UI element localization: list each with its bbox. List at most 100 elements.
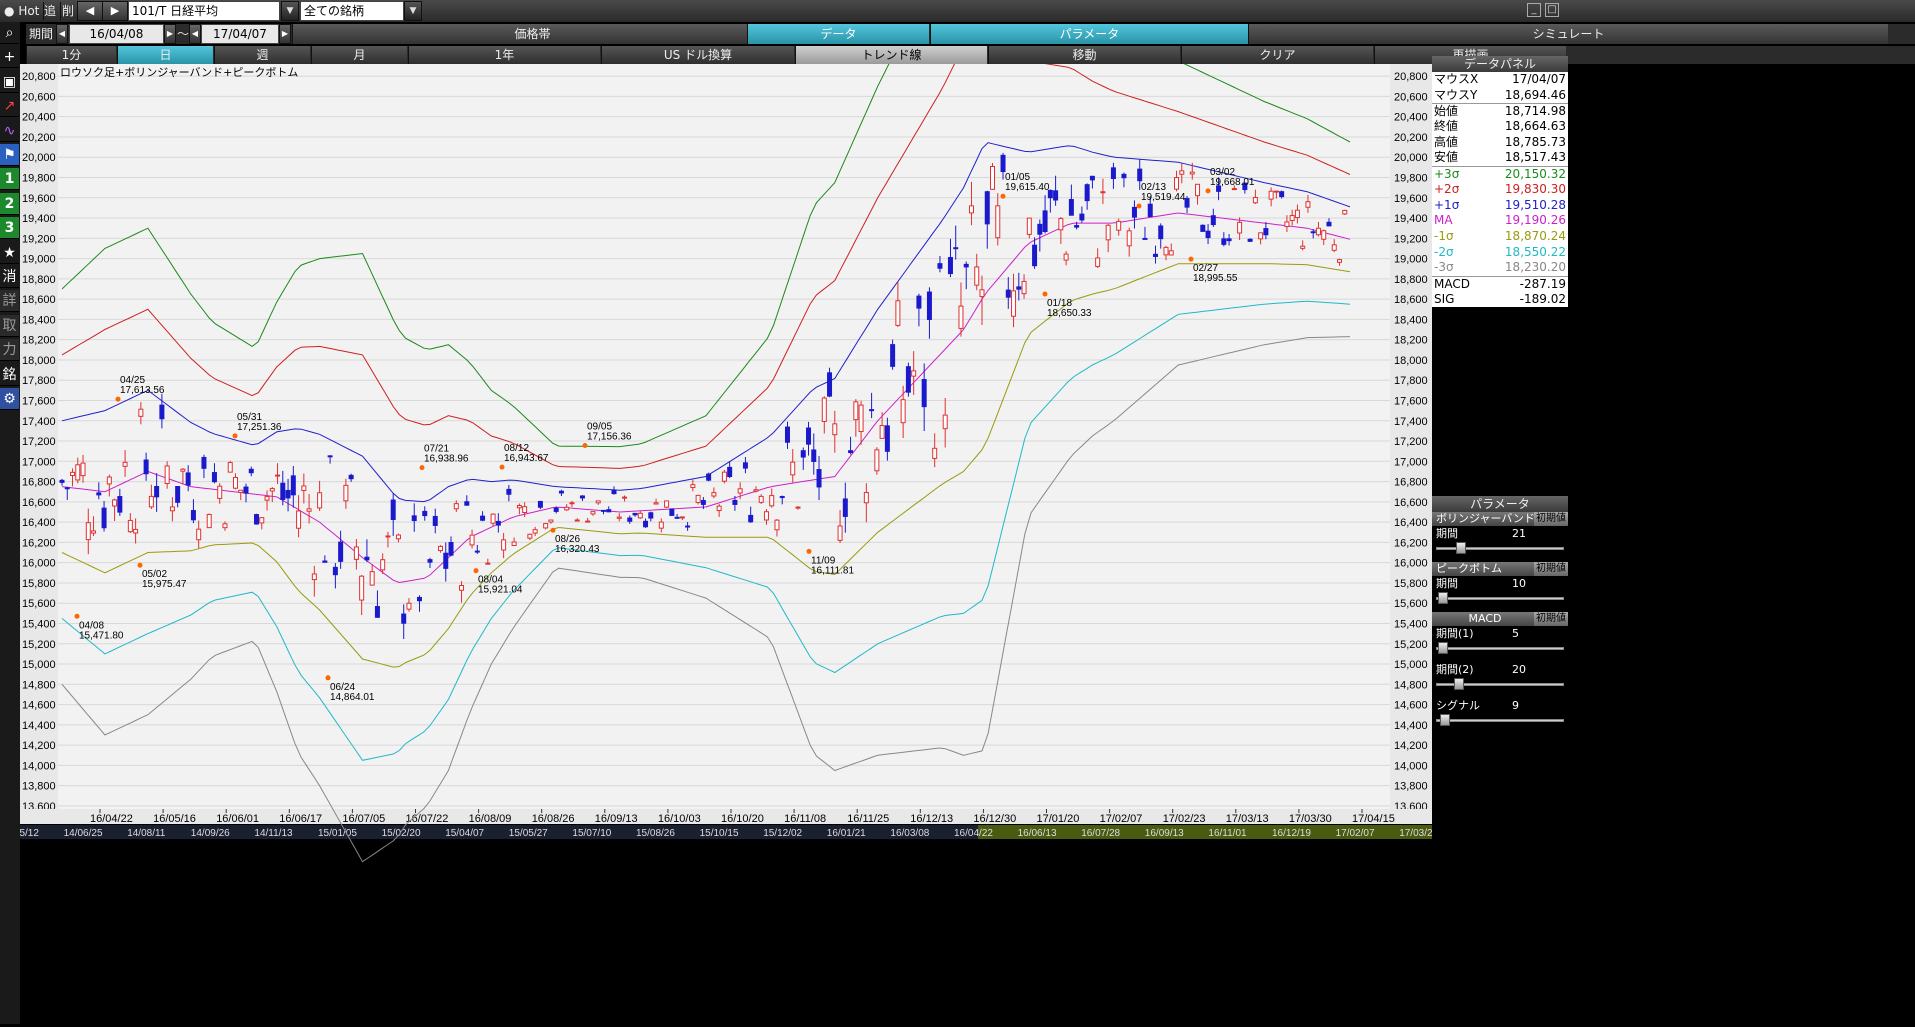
tool-button-11[interactable]: 詳: [0, 290, 19, 313]
line-chart-icon[interactable]: ↗: [0, 95, 19, 118]
trendline-button[interactable]: トレンド線: [795, 46, 987, 64]
tab-price-band[interactable]: 価格帯: [292, 24, 772, 44]
flag-icon[interactable]: ⚑: [0, 144, 19, 166]
candlestick-chart[interactable]: 20,800 20,800 20,600 20,600 20,400 20,400 20,2…: [0, 0, 1439, 1024]
interval-day[interactable]: 日: [117, 46, 213, 64]
pb-reset-button[interactable]: 初期値: [1534, 562, 1568, 576]
candle: [1315, 227, 1321, 236]
tab-data[interactable]: データ: [747, 24, 929, 44]
compare-chart-icon[interactable]: ∿: [0, 120, 19, 142]
candle: [201, 456, 207, 469]
gear-icon[interactable]: ⚙: [0, 388, 19, 410]
candle: [742, 462, 748, 469]
period-prev-icon[interactable]: ◀: [56, 24, 68, 44]
interval-tabs-row: 1分 日 週 月 1年 US ドル換算 トレンド線 移動 クリア 再描画: [26, 46, 1915, 64]
symbol-field[interactable]: 101/T 日経平均: [128, 1, 280, 21]
tool-button-14[interactable]: 銘: [0, 364, 19, 386]
tab-parameters[interactable]: パラメータ: [930, 24, 1248, 44]
interval-year[interactable]: 1年: [408, 46, 600, 64]
tool-button-13[interactable]: 力: [0, 339, 19, 362]
group-dropdown-icon[interactable]: ▼: [404, 1, 422, 21]
x-tick-label: 16/06/17: [279, 813, 322, 825]
y-tick-label: 19,400: [1394, 213, 1428, 225]
macd-p1-slider[interactable]: [1432, 642, 1568, 654]
date-to-next-icon[interactable]: ▶: [279, 24, 291, 44]
candle: [1268, 190, 1274, 200]
candle: [585, 520, 591, 523]
search-icon[interactable]: ⌕: [0, 22, 19, 44]
macd-p2-slider[interactable]: [1432, 678, 1568, 690]
camera-icon[interactable]: ▣: [0, 71, 19, 93]
candle: [1068, 199, 1074, 216]
macd-signal-slider[interactable]: [1432, 714, 1568, 726]
date-to-field[interactable]: 17/04/07: [201, 24, 279, 44]
hot-button[interactable]: ● Hot: [0, 2, 45, 20]
candle: [1294, 209, 1300, 219]
candle: [474, 550, 480, 553]
data-row-key: SIG: [1434, 291, 1455, 306]
usd-convert-button[interactable]: US ドル換算: [601, 46, 794, 64]
navigator-date: 16/03/08: [890, 828, 929, 839]
date-from-next-icon[interactable]: ▶: [164, 24, 176, 44]
prev-arrow-icon[interactable]: ◀: [77, 1, 103, 21]
star-icon[interactable]: ★: [0, 242, 19, 264]
y-tick-label: 18,000: [22, 355, 56, 367]
y-tick-label: 17,200: [1394, 436, 1428, 448]
next-arrow-icon[interactable]: ▶: [102, 1, 128, 21]
clear-button[interactable]: クリア: [1181, 46, 1373, 64]
peak-value: 16,320.43: [555, 544, 600, 555]
interval-1min[interactable]: 1分: [26, 46, 116, 64]
tool-button-8[interactable]: 3: [0, 217, 19, 240]
interval-week[interactable]: 週: [214, 46, 310, 64]
restore-icon[interactable]: □: [1545, 3, 1559, 17]
symbol-dropdown-icon[interactable]: ▼: [281, 1, 299, 21]
candle: [506, 488, 512, 495]
tab-simulate[interactable]: シミュレート: [1248, 24, 1888, 44]
candle: [422, 510, 428, 517]
candle: [658, 521, 664, 529]
group-field[interactable]: 全ての銘柄: [300, 1, 404, 21]
pb-period-slider[interactable]: [1432, 592, 1568, 604]
bb-period-slider[interactable]: [1432, 542, 1568, 554]
y-tick-label: 17,800: [22, 375, 56, 387]
candle: [543, 523, 549, 529]
minimize-icon[interactable]: _: [1527, 3, 1541, 17]
move-button[interactable]: 移動: [988, 46, 1180, 64]
tool-button-12[interactable]: 取: [0, 314, 19, 337]
candle: [1074, 225, 1080, 228]
chart-area[interactable]: 20,800 20,800 20,600 20,600 20,400 20,400 20,2…: [0, 0, 1439, 1024]
candle: [616, 516, 622, 519]
candle: [401, 613, 407, 624]
tool-button-7[interactable]: 2: [0, 192, 19, 215]
candle: [280, 482, 286, 500]
interval-month[interactable]: 月: [311, 46, 407, 64]
candle: [643, 520, 649, 528]
bb-reset-button[interactable]: 初期値: [1534, 512, 1568, 526]
candle: [469, 534, 475, 546]
tool-button-10[interactable]: 消: [0, 266, 19, 288]
candle: [1116, 220, 1122, 231]
date-separator: ～: [177, 27, 190, 41]
tool-button-6[interactable]: 1: [0, 168, 19, 191]
date-to-prev-icon[interactable]: ◀: [189, 24, 201, 44]
candle: [737, 488, 743, 494]
y-tick-label: 16,000: [1394, 558, 1428, 570]
plus-icon[interactable]: +: [0, 46, 19, 69]
candle: [916, 295, 922, 309]
date-from-field[interactable]: 16/04/08: [69, 24, 164, 44]
data-row: -3σ 18,230.20: [1432, 260, 1568, 276]
x-tick-label: 16/08/26: [532, 813, 575, 825]
x-tick-label: 16/07/05: [342, 813, 385, 825]
candle: [311, 573, 317, 581]
delete-button[interactable]: 削: [58, 2, 80, 20]
peak-value: 17,613.56: [120, 385, 165, 396]
candle: [968, 205, 974, 214]
candle: [806, 427, 812, 445]
macd-reset-button[interactable]: 初期値: [1534, 612, 1568, 626]
candle: [1021, 280, 1027, 295]
y-tick-label: 19,000: [22, 254, 56, 266]
candle: [1237, 221, 1243, 234]
y-tick-label: 20,400: [1394, 112, 1428, 124]
macd-p1-row: 期間(1) 5: [1432, 626, 1568, 642]
bulb-icon: ●: [4, 4, 15, 18]
